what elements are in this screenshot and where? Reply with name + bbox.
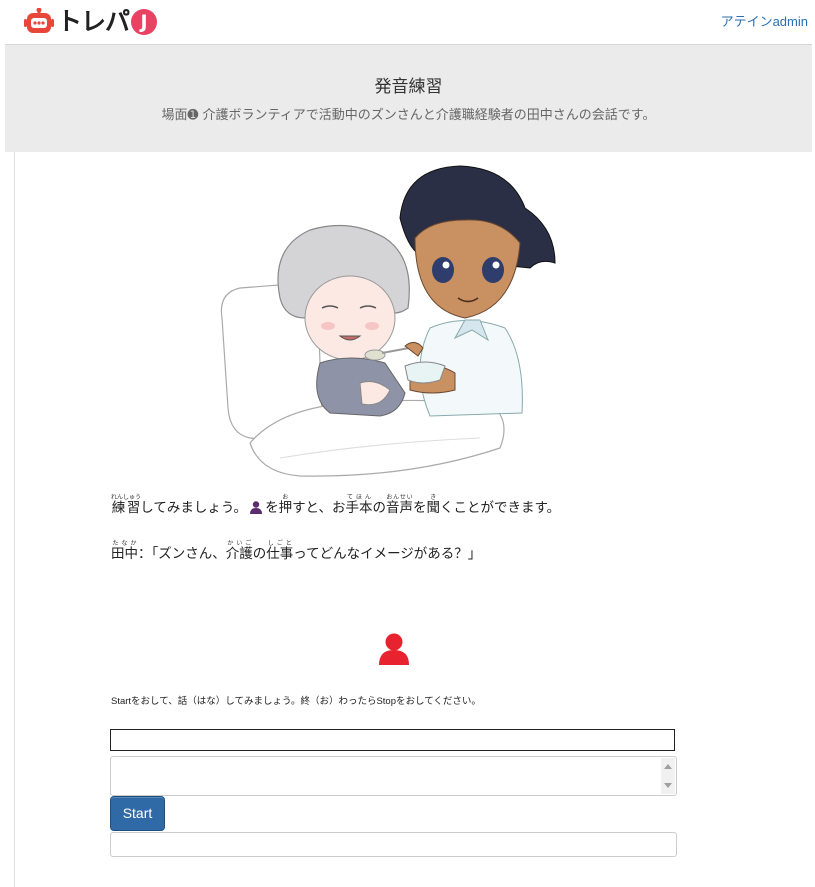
start-button[interactable]: Start xyxy=(110,796,165,831)
scene-illustration xyxy=(220,165,556,477)
top-bar: トレパ J アテインadmin xyxy=(0,0,815,44)
page-title: 発音練習 xyxy=(374,77,443,97)
logo-badge: J xyxy=(131,9,158,35)
left-border-line xyxy=(14,151,15,887)
page-subtitle: 場面➊ 介護ボランティアで活動中のズンさんと介護職経験者の田中さんの会話です。 xyxy=(161,108,656,123)
scroll-up-icon[interactable] xyxy=(664,764,672,769)
result-textarea[interactable] xyxy=(110,756,677,796)
logo[interactable]: トレパ J xyxy=(24,6,158,38)
scroll-down-icon[interactable] xyxy=(664,783,672,788)
dialogue-text: 田中たなか：「ズンさん、介護かいごの仕事しごとってどんなイメージがある？」 xyxy=(111,540,482,562)
score-output-field[interactable] xyxy=(110,832,677,857)
inline-user-icon xyxy=(250,501,263,514)
logo-text: トレパ xyxy=(57,7,130,36)
user-account-link[interactable]: アテインadmin xyxy=(721,11,808,30)
header-panel: 発音練習 場面➊ 介護ボランティアで活動中のズンさんと介護職経験者の田中さんの会… xyxy=(5,44,812,152)
robot-logo-icon xyxy=(24,8,54,33)
play-sample-user-icon[interactable] xyxy=(379,633,409,665)
recording-hint: Startをおして、話（はな）してみましょう。終（お）わったらStopをおしてく… xyxy=(111,696,481,707)
transcript-input[interactable] xyxy=(110,729,675,751)
instruction-text: 練習れんしゅうしてみましょう。 を押おすと、お手本てほんの音声おんせいを聞きくこと… xyxy=(111,494,561,516)
textarea-scrollbar[interactable] xyxy=(661,758,675,794)
